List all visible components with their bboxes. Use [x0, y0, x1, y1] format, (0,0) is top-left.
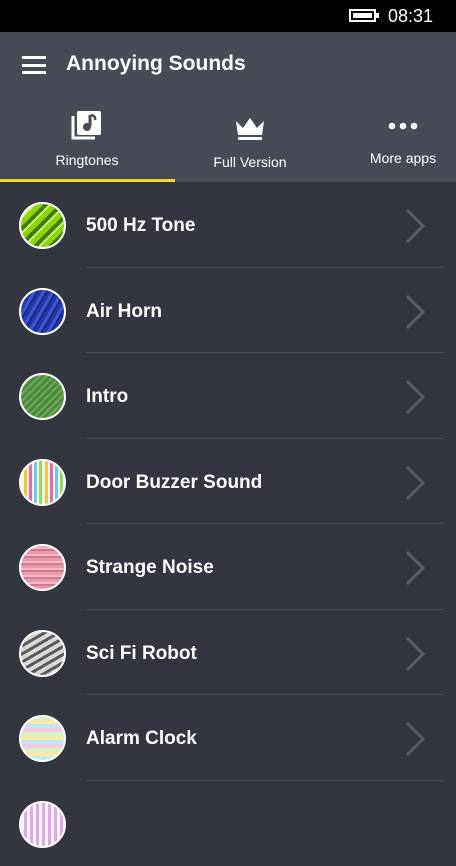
list-item[interactable]: Alarm Clock	[0, 695, 456, 781]
music-library-icon	[71, 110, 103, 140]
sound-thumbnail	[19, 801, 66, 848]
list-item[interactable]: Strange Noise	[0, 524, 456, 610]
sound-title: Alarm Clock	[86, 728, 197, 750]
hamburger-icon[interactable]	[22, 56, 46, 74]
chevron-right-icon	[404, 636, 426, 672]
chevron-right-icon	[404, 379, 426, 415]
list-item[interactable]	[0, 781, 456, 866]
list-item[interactable]: Door Buzzer Sound	[0, 439, 456, 525]
status-time: 08:31	[388, 6, 433, 27]
list-item[interactable]: 500 Hz Tone	[0, 182, 456, 268]
chevron-right-icon	[404, 208, 426, 244]
sound-title: Intro	[86, 386, 128, 408]
list-item[interactable]: Sci Fi Robot	[0, 610, 456, 696]
sound-thumbnail	[19, 202, 66, 249]
crown-icon	[235, 117, 265, 141]
sound-title: 500 Hz Tone	[86, 215, 195, 237]
sound-thumbnail	[19, 373, 66, 420]
chevron-right-icon	[404, 465, 426, 501]
status-bar: 08:31	[0, 0, 456, 32]
sound-title: Air Horn	[86, 301, 162, 323]
app-header: Annoying Sounds Ringtones Full Version	[0, 32, 456, 182]
sound-thumbnail	[19, 715, 66, 762]
list-item[interactable]: Intro	[0, 353, 456, 439]
list-item[interactable]: Air Horn	[0, 268, 456, 354]
tab-more-apps-label: More apps	[328, 150, 456, 166]
sound-title: Strange Noise	[86, 557, 214, 579]
sound-title: Door Buzzer Sound	[86, 472, 262, 494]
sound-thumbnail	[19, 288, 66, 335]
sound-title: Sci Fi Robot	[86, 643, 197, 665]
tab-ringtones[interactable]: Ringtones	[12, 108, 162, 168]
sound-thumbnail	[19, 459, 66, 506]
tab-full-version[interactable]: Full Version	[175, 112, 325, 170]
tab-full-version-label: Full Version	[175, 154, 325, 170]
tab-ringtones-label: Ringtones	[12, 152, 162, 168]
more-dots-icon	[388, 122, 418, 130]
battery-icon	[349, 9, 376, 22]
app-title: Annoying Sounds	[66, 52, 246, 76]
ringtone-list: 500 Hz Tone Air Horn Intro Door Buzzer S…	[0, 182, 456, 866]
chevron-right-icon	[404, 294, 426, 330]
sound-thumbnail	[19, 630, 66, 677]
tab-more-apps[interactable]: More apps	[328, 116, 456, 166]
chevron-right-icon	[404, 721, 426, 757]
chevron-right-icon	[404, 550, 426, 586]
sound-thumbnail	[19, 544, 66, 591]
